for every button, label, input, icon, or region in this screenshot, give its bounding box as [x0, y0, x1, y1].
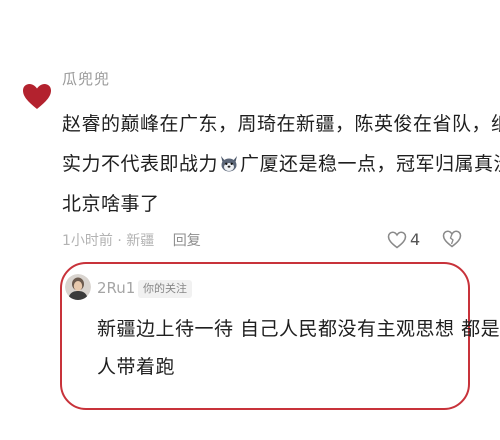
user-avatar[interactable] [22, 82, 52, 112]
reply-button[interactable]: 回复 [173, 233, 201, 249]
dislike-button[interactable] [442, 229, 464, 251]
comment-text: 赵睿的巅峰在广东，周琦在新疆，陈英俊在省队，纸面 实力不代表即战力 广厦还是稳一… [62, 104, 500, 224]
like-button[interactable]: 4 [387, 228, 431, 252]
comment-meta: 1小时前 · 新疆 回复 [62, 230, 201, 250]
heart-icon [23, 84, 51, 109]
broken-heart-icon [442, 230, 462, 248]
comment-line: 赵睿的巅峰在广东，周琦在新疆，陈英俊在省队，纸面 [62, 113, 500, 135]
follow-badge: 你的关注 [138, 280, 192, 298]
comment-line-segment: 广厦还是稳一点，冠军归属真没 [240, 153, 500, 175]
avatar-photo-icon [65, 274, 91, 300]
reply-username[interactable]: 2Ru1 [97, 279, 135, 297]
reply-avatar[interactable] [65, 274, 91, 300]
comment-line: 实力不代表即战力 广厦还是稳一点，冠军归属真没 [62, 144, 500, 184]
comment-time-location: 1小时前 · 新疆 [62, 233, 155, 249]
comment-username[interactable]: 瓜兜兜 [62, 68, 110, 89]
reply-text: 新疆边上待一待 自己人民都没有主观思想 都是别 人带着跑 [97, 310, 500, 386]
reply-line: 新疆边上待一待 自己人民都没有主观思想 都是别 [97, 318, 500, 340]
husky-dog-emoji-icon [219, 153, 239, 173]
like-count: 4 [410, 230, 421, 249]
like-heart-icon [387, 231, 407, 249]
comment-line-segment: 实力不代表即战力 [62, 153, 219, 175]
comment-screen: 瓜兜兜 赵睿的巅峰在广东，周琦在新疆，陈英俊在省队，纸面 实力不代表即战力 广厦… [0, 0, 500, 440]
comment-line: 北京啥事了 [62, 193, 160, 215]
reply-line: 人带着跑 [97, 356, 176, 378]
